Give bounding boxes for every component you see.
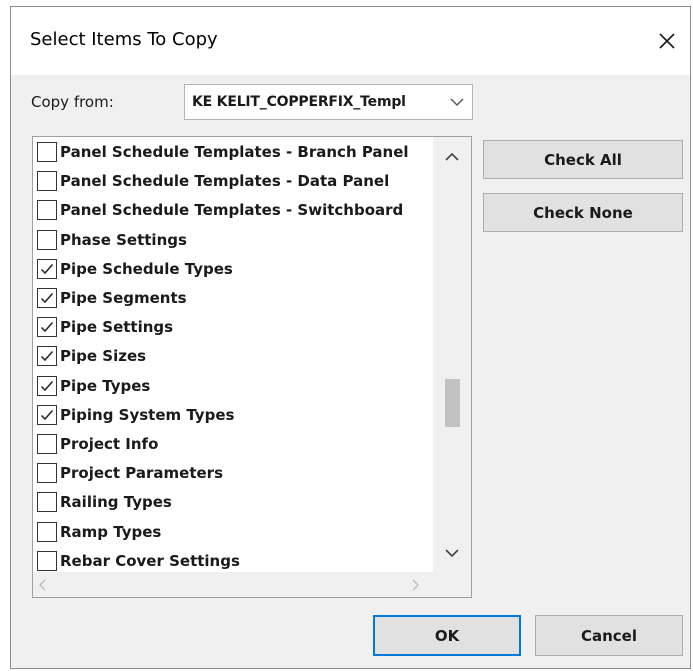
- checkbox-unchecked[interactable]: [37, 521, 57, 542]
- vertical-scroll-thumb[interactable]: [445, 379, 460, 427]
- checklist-item[interactable]: Pipe Types: [37, 372, 150, 400]
- checkbox-unchecked[interactable]: [37, 200, 57, 221]
- checklist-item-label: Ramp Types: [60, 522, 162, 541]
- chevron-left-icon: [39, 579, 46, 590]
- checklist-item-label: Panel Schedule Templates - Switchboard: [60, 201, 404, 220]
- checklist-item-label: Railing Types: [60, 493, 172, 512]
- checklist-item-label: Rebar Cover Settings: [60, 551, 240, 570]
- copy-from-dropdown[interactable]: KE KELIT_COPPERFIX_Templ: [184, 84, 473, 120]
- chevron-down-icon: [445, 549, 459, 558]
- checkmark-icon: [40, 351, 54, 362]
- chevron-up-icon: [445, 152, 459, 161]
- checkbox-checked[interactable]: [37, 346, 57, 367]
- checklist-item[interactable]: Ramp Types: [37, 518, 161, 546]
- ok-button[interactable]: OK: [373, 615, 521, 656]
- checkbox-unchecked[interactable]: [37, 492, 57, 513]
- checkbox-unchecked[interactable]: [37, 434, 57, 454]
- checklist-item-label: Pipe Sizes: [60, 347, 147, 366]
- checklist-item[interactable]: Panel Schedule Templates - Branch Panel: [37, 138, 409, 166]
- checkbox-unchecked[interactable]: [37, 550, 57, 571]
- horizontal-scrollbar[interactable]: [33, 572, 471, 597]
- title-bar: Select Items To Copy: [11, 7, 690, 75]
- checklist-item[interactable]: Panel Schedule Templates - Data Panel: [37, 167, 389, 195]
- checklist-item[interactable]: Pipe Sizes: [37, 342, 146, 370]
- close-button[interactable]: [644, 23, 690, 59]
- checkbox-checked[interactable]: [37, 288, 57, 308]
- checkbox-checked[interactable]: [37, 375, 57, 396]
- checkbox-checked[interactable]: [37, 317, 57, 338]
- checklist-item[interactable]: Piping System Types: [37, 401, 234, 429]
- checklist-item-label: Pipe Segments: [60, 289, 187, 307]
- checklist-item-label: Project Parameters: [60, 464, 224, 483]
- checklist-item-label: Piping System Types: [60, 405, 235, 424]
- checkbox-unchecked[interactable]: [37, 171, 57, 192]
- checkmark-icon: [40, 409, 54, 420]
- checklist-item[interactable]: Phase Settings: [37, 226, 187, 254]
- scroll-down-button[interactable]: [433, 533, 471, 573]
- checklist-item-label: Panel Schedule Templates - Data Panel: [60, 172, 390, 191]
- copy-from-value: KE KELIT_COPPERFIX_Templ: [192, 94, 406, 110]
- checkbox-unchecked[interactable]: [37, 463, 57, 484]
- scroll-up-button[interactable]: [433, 137, 471, 177]
- chevron-right-icon: [412, 579, 419, 590]
- check-none-button[interactable]: Check None: [483, 193, 683, 232]
- scroll-left-button[interactable]: [33, 572, 53, 597]
- checkbox-checked[interactable]: [37, 404, 57, 425]
- vertical-scrollbar[interactable]: [433, 137, 471, 573]
- checkmark-icon: [40, 322, 54, 333]
- checklist-item[interactable]: Pipe Schedule Types: [37, 255, 233, 283]
- checklist-item-label: Project Info: [60, 435, 159, 453]
- checklist-item[interactable]: Railing Types: [37, 488, 172, 516]
- copy-from-label: Copy from:: [31, 93, 114, 111]
- checklist-item-label: Phase Settings: [60, 230, 187, 249]
- cancel-button[interactable]: Cancel: [535, 615, 683, 656]
- select-items-dialog: Select Items To Copy Copy from: KE KELIT…: [10, 6, 691, 669]
- checklist-item-label: Pipe Types: [60, 376, 151, 395]
- checkmark-icon: [40, 380, 54, 391]
- checklist-item[interactable]: Pipe Settings: [37, 313, 173, 341]
- checklist-item[interactable]: Pipe Segments: [37, 284, 187, 312]
- chevron-down-icon: [442, 85, 472, 119]
- items-checklist[interactable]: Panel Schedule Templates - Branch Panel P…: [32, 136, 472, 598]
- checklist-item-label: Pipe Schedule Types: [60, 259, 233, 278]
- dialog-title: Select Items To Copy: [30, 29, 218, 50]
- checklist-item-label: Panel Schedule Templates - Branch Panel: [60, 143, 409, 161]
- checklist-item[interactable]: Project Parameters: [37, 459, 223, 487]
- checklist-item[interactable]: Project Info: [37, 430, 158, 458]
- checklist-item[interactable]: Panel Schedule Templates - Switchboard: [37, 196, 403, 224]
- checkmark-icon: [40, 293, 54, 304]
- checkmark-icon: [40, 263, 54, 274]
- checklist-items: Panel Schedule Templates - Branch Panel P…: [33, 137, 432, 573]
- checkbox-unchecked[interactable]: [37, 229, 57, 250]
- checkbox-unchecked[interactable]: [37, 142, 57, 162]
- checklist-item-label: Pipe Settings: [60, 318, 174, 337]
- checklist-item[interactable]: Rebar Cover Settings: [37, 547, 240, 573]
- close-icon: [659, 33, 675, 49]
- check-all-button[interactable]: Check All: [483, 140, 683, 179]
- scroll-right-button[interactable]: [405, 572, 425, 597]
- checkbox-checked[interactable]: [37, 258, 57, 279]
